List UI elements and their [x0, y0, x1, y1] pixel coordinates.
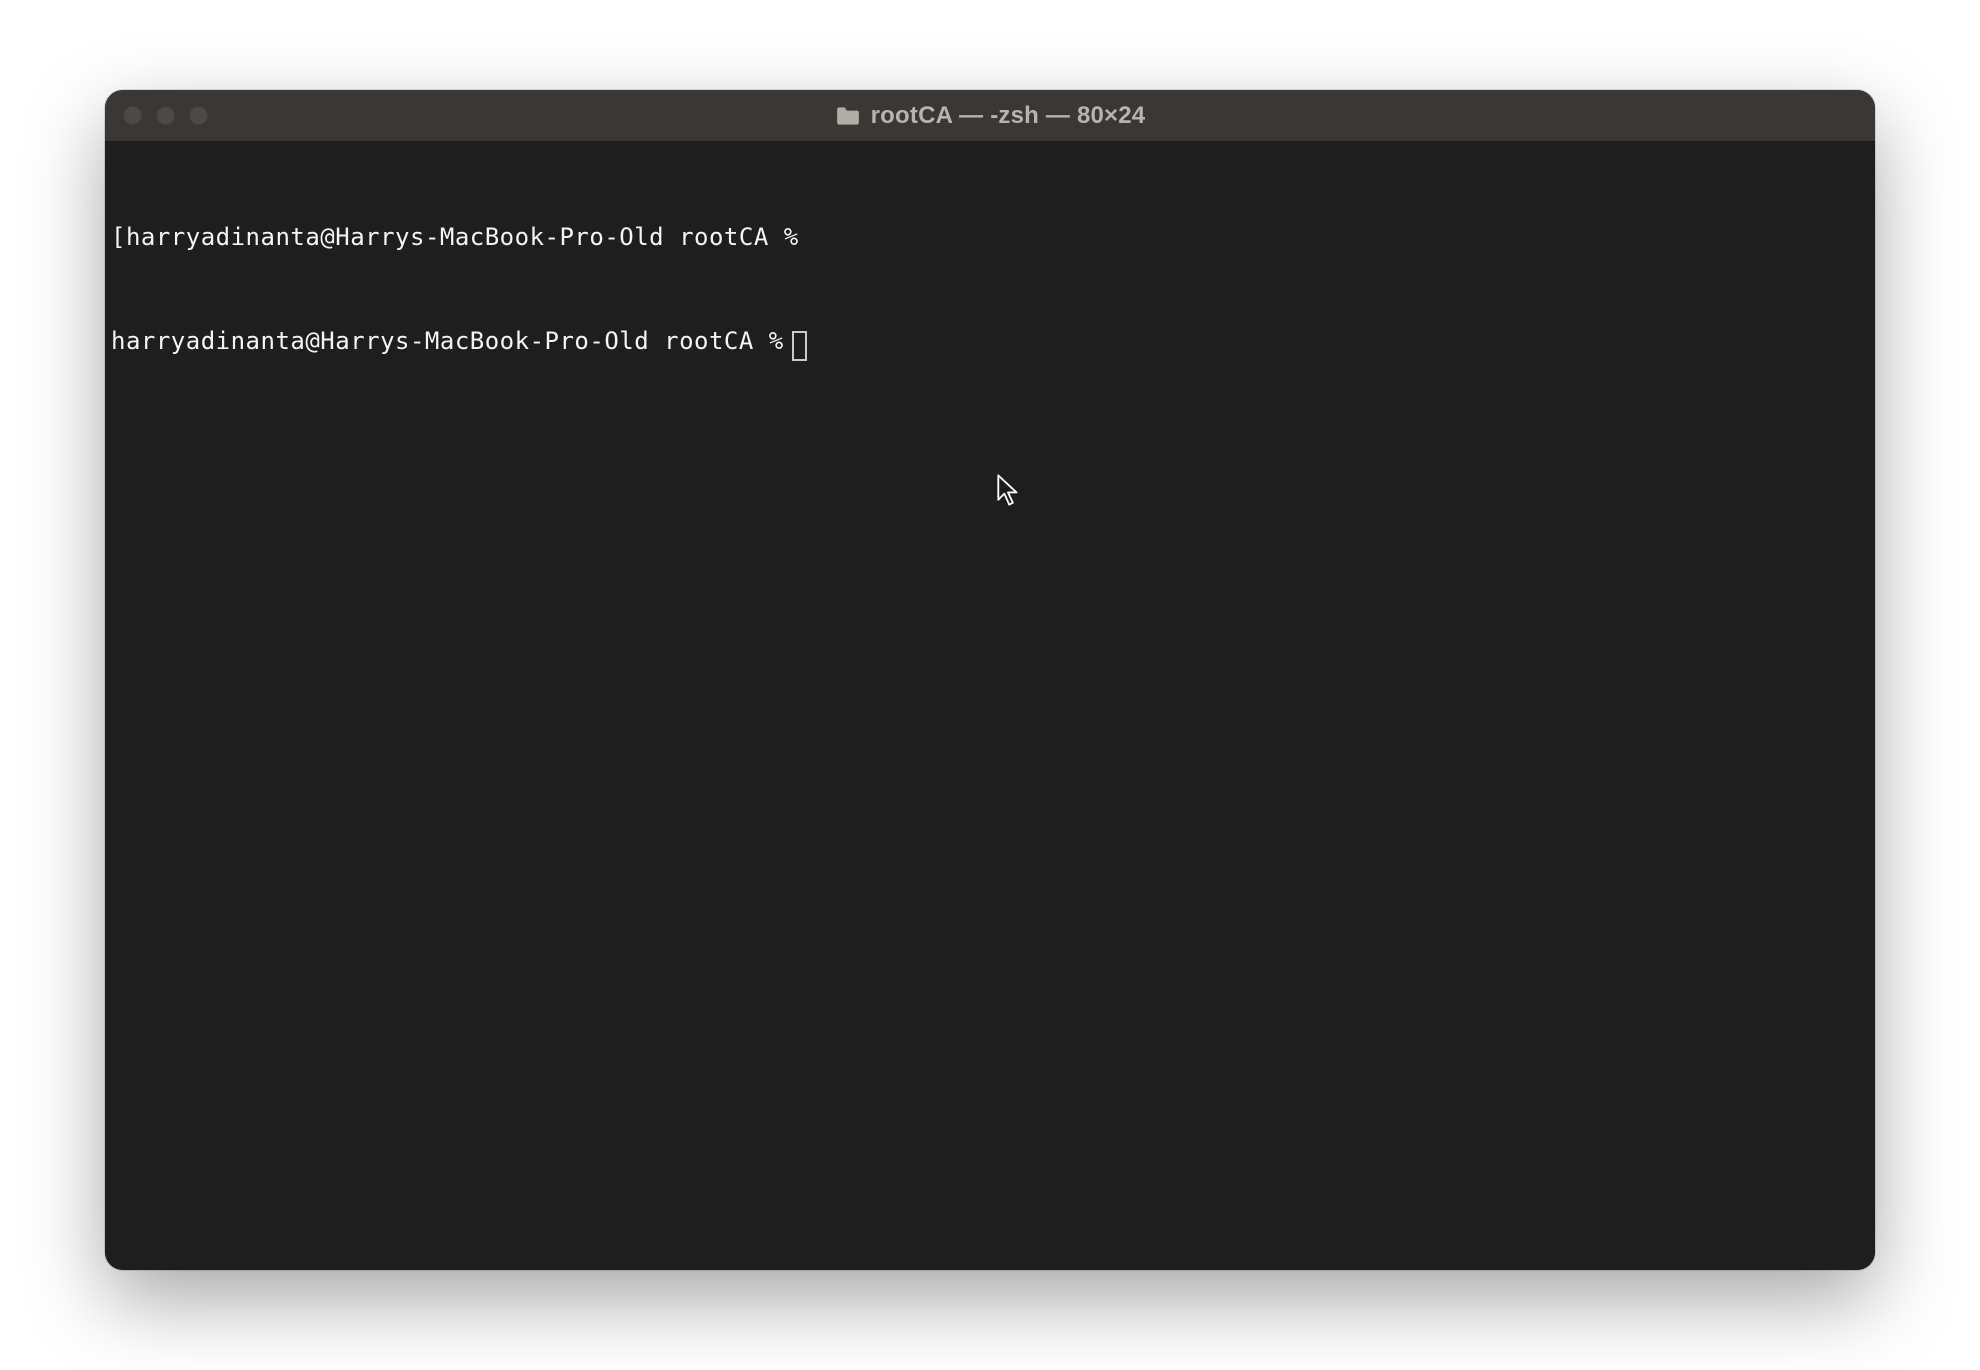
close-icon[interactable]: [123, 106, 142, 125]
minimize-icon[interactable]: [156, 106, 175, 125]
window-title: rootCA — -zsh — 80×24: [871, 102, 1146, 130]
terminal-line: harryadinanta@Harrys-MacBook-Pro-Old roo…: [111, 324, 1869, 359]
bracket-open: [: [111, 220, 126, 255]
shell-prompt: harryadinanta@Harrys-MacBook-Pro-Old roo…: [111, 324, 784, 359]
mouse-cursor-icon: [905, 438, 1021, 551]
text-cursor: [792, 331, 807, 361]
terminal-window: rootCA — -zsh — 80×24 [harryadinanta@Har…: [105, 90, 1875, 1270]
maximize-icon[interactable]: [189, 106, 208, 125]
titlebar[interactable]: rootCA — -zsh — 80×24: [105, 90, 1875, 142]
window-controls: [123, 106, 208, 125]
terminal-line: [harryadinanta@Harrys-MacBook-Pro-Old ro…: [111, 220, 1869, 255]
folder-icon: [835, 105, 861, 127]
title-content: rootCA — -zsh — 80×24: [105, 102, 1875, 130]
terminal-body[interactable]: [harryadinanta@Harrys-MacBook-Pro-Old ro…: [105, 142, 1875, 1270]
shell-prompt: harryadinanta@Harrys-MacBook-Pro-Old roo…: [126, 220, 799, 255]
